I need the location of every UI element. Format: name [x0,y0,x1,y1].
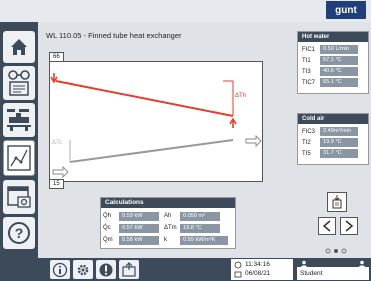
hot-temperature-line [55,80,234,117]
ti1-label: TI1 [302,57,311,64]
cold-temperature-line [69,139,234,163]
export-icon [122,261,136,277]
home-icon [11,39,27,55]
export-page-button[interactable] [327,192,347,212]
calc-label: k [164,237,167,243]
ti5-value: 31.7 °C [320,149,358,158]
top-bar: gunt [0,0,371,22]
ti3-label: TI3 [302,68,311,75]
clock-panel: 11:34:16 06/08/21 [231,259,293,280]
switch-user-icon [358,260,366,267]
calc-value: 0.57 kW [119,223,159,233]
ti5-label: TI5 [302,150,311,157]
download-document-icon [332,195,342,209]
camera-icon [7,186,31,208]
sidebar-item-documents[interactable] [3,66,35,100]
calc-label: ΔTm [164,225,177,231]
tic7-label: TIC7 [302,79,316,86]
calc-value: 0.050 m² [180,211,220,221]
fic3-value: 2.49m³/min [320,127,358,136]
settings-button[interactable] [73,260,93,279]
next-page-button[interactable] [340,217,358,235]
calc-label: Q̇m [103,237,113,243]
cold-air-title: Cold air [298,114,368,124]
calc-value: 0.58 kW [119,235,159,245]
fic3-label: FIC3 [302,128,316,135]
time-display: 11:34:16 [245,261,270,268]
hot-water-title: Hot water [298,32,368,42]
calc-label: Ah [164,213,172,219]
user-icon [300,260,308,267]
cold-outlet-arrow [245,134,262,148]
calc-value: 0.59 kW/m²K [180,235,228,245]
page-indicator [322,241,352,254]
date-display: 06/08/21 [245,270,271,277]
gunt-logo: gunt [326,1,366,19]
user-name: Student [300,270,323,277]
calculations-panel: Calculations Q̇h 0.59 kW Ah 0.050 m² Q̇c… [100,197,236,249]
chart-icon [7,145,31,171]
ti3-value: 40.6 °C [320,67,358,76]
info-button[interactable] [50,260,70,279]
calc-value: 0.59 kW [119,211,159,221]
export-button[interactable] [119,260,139,279]
chevron-right-icon [345,220,354,232]
help-icon: ? [8,222,30,244]
svg-text:?: ? [15,225,24,241]
sidebar-item-home[interactable] [3,31,35,63]
tic7-value: 65.1 °C [320,78,358,87]
user-panel[interactable]: Student [297,259,369,280]
sidebar-item-chart[interactable] [3,140,35,176]
hot-water-panel: Hot water FIC1 0.50 L/min TI1 57.1 °C TI3 4… [297,31,369,94]
glasses-document-icon [8,70,30,96]
calc-label: Q̇c [103,225,111,231]
apparatus-icon [7,109,31,131]
ti2-label: TI2 [302,139,311,146]
fic1-value: 0.50 L/min [320,45,358,54]
calc-value: 19.8 °C [180,223,220,233]
clock-calendar-icon [234,261,242,278]
calc-label: Q̇h [103,213,112,219]
hot-outlet-arrow [229,117,237,128]
chevron-left-icon [322,220,331,232]
sidebar-item-help[interactable]: ? [3,217,35,249]
fic1-label: FIC1 [302,46,316,53]
page-title: WL 110.05 - Finned tube heat exchanger [46,31,182,40]
ti1-value: 57.1 °C [320,56,358,65]
info-icon [52,262,68,277]
delta-th-label: ΔTh [235,93,247,99]
delta-tc-label: ΔTc [52,140,63,146]
temperature-plot: ΔTh ΔTc [49,61,263,182]
warning-icon [99,263,113,276]
sidebar-item-apparatus[interactable] [3,103,35,137]
calculations-title: Calculations [101,198,235,208]
sidebar-item-camera[interactable] [3,180,35,214]
cold-inlet-arrow [52,165,69,179]
warning-button[interactable] [96,260,116,279]
settings-icon [77,264,89,275]
cold-air-panel: Cold air FIC3 2.49m³/min TI2 19.9 °C TI5 31… [297,113,369,165]
y-min-label: 15 [49,179,64,189]
previous-page-button[interactable] [318,217,336,235]
ti2-value: 19.9 °C [320,138,358,147]
